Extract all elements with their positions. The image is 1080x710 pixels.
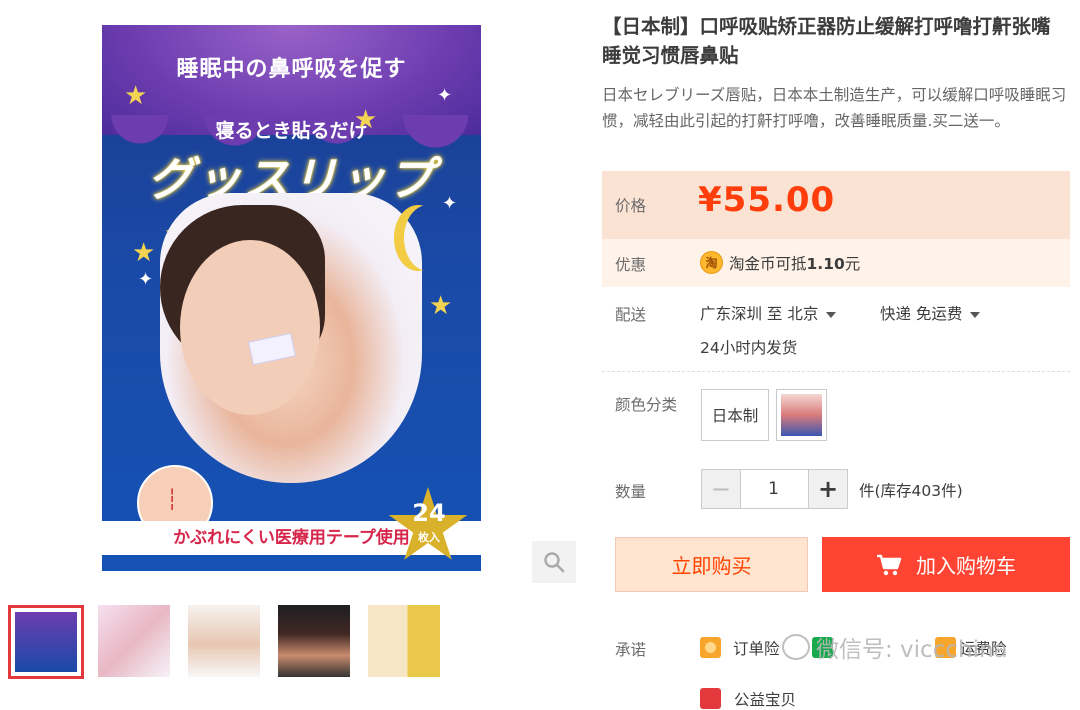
cart-icon [877, 554, 902, 575]
promo-label: 优惠 [615, 256, 647, 274]
star-icon: ★ [132, 238, 156, 268]
color-label: 颜色分类 [615, 396, 678, 414]
star-icon: ★ [354, 105, 378, 135]
wechat-icon [782, 634, 810, 660]
product-subtitle: 日本セレブリーズ唇贴，日本本土制造生产，可以缓解口呼吸睡眠习惯，减轻由此引起的打… [602, 86, 1067, 130]
order-insurance-icon [700, 637, 721, 658]
zoom-button[interactable] [532, 541, 576, 583]
thumbnail-5[interactable] [368, 605, 440, 677]
quantity-decrease-button[interactable]: − [701, 469, 741, 509]
section-divider [602, 371, 1070, 372]
sparkle-icon: ✦ [437, 85, 453, 106]
color-option-japan[interactable]: 日本制 [701, 389, 769, 441]
sparkle-icon: ✦ [442, 193, 458, 214]
promo-amount: 1.10 [806, 255, 845, 273]
promo-unit: 元 [844, 255, 861, 273]
thumbnail-strip [8, 605, 448, 679]
shipping-label: 配送 [615, 306, 647, 324]
product-title: 【日本制】口呼吸贴矫正器防止缓解打呼噜打鼾张嘴睡觉习惯唇鼻贴 [602, 15, 1051, 67]
sparkle-icon: ✦ [138, 269, 154, 290]
price-label: 价格 [615, 197, 647, 215]
image-count: 24 [412, 499, 446, 527]
commitment-label: 承诺 [615, 641, 647, 659]
charity-icon [700, 688, 721, 709]
thumbnail-4[interactable] [278, 605, 350, 677]
tape-mark-icon: ┆ [166, 487, 179, 511]
chevron-down-icon [826, 311, 837, 318]
quantity-label: 数量 [615, 483, 647, 501]
chevron-down-icon [970, 311, 981, 318]
shipping-route-select[interactable]: 广东深圳 至 北京 [700, 302, 837, 324]
shipping-method: 快递 免运费 [880, 305, 963, 323]
star-icon: ★ [429, 291, 453, 321]
buy-now-button[interactable]: 立即购买 [615, 537, 808, 592]
add-to-cart-label: 加入购物车 [916, 554, 1016, 578]
commitment-charity[interactable]: 公益宝贝 [734, 688, 796, 710]
star-icon: ★ [124, 81, 148, 111]
shipping-method-select[interactable]: 快递 免运费 [880, 302, 981, 324]
add-to-cart-button[interactable]: 加入购物车 [822, 537, 1070, 592]
thumbnail-1[interactable] [8, 605, 84, 679]
quantity-increase-button[interactable]: + [808, 469, 848, 509]
promo-text: 淘金币可抵1.10元 [729, 252, 860, 274]
image-top-text: 睡眠中の鼻呼吸を促す [176, 57, 407, 82]
price-value: ¥55.00 [698, 180, 836, 220]
main-product-image[interactable]: 睡眠中の鼻呼吸を促す 寝るとき貼るだけ グッスリップ ★ ★ ★ ★ ★ ✦ ✦… [102, 25, 481, 571]
taobao-coin-icon: 淘 [700, 251, 723, 274]
search-icon [544, 552, 565, 573]
shipping-route: 广东深圳 至 北京 [700, 305, 819, 323]
color-option-image[interactable] [776, 389, 827, 441]
face-shape [180, 240, 320, 415]
watermark-text: 微信号: viccchina [816, 637, 1008, 663]
wechat-watermark: 微信号: viccchina [782, 630, 1008, 664]
thumbnail-2[interactable] [98, 605, 170, 677]
shipping-time: 24小时内发货 [700, 339, 798, 357]
quantity-input[interactable]: 1 [739, 469, 808, 509]
thumbnail-3[interactable] [188, 605, 260, 677]
quantity-stepper: − 1 + [701, 469, 848, 509]
image-count-unit: 枚入 [418, 531, 440, 544]
moon-icon [404, 205, 452, 271]
promo-prefix: 淘金币可抵 [729, 255, 807, 273]
stock-text: 件(库存403件) [859, 482, 963, 500]
option-thumbnail [781, 394, 822, 436]
image-sub-text: 寝るとき貼るだけ [215, 120, 368, 142]
price-panel [602, 171, 1070, 239]
commitment-order-insurance[interactable]: 订单险 [733, 637, 780, 659]
